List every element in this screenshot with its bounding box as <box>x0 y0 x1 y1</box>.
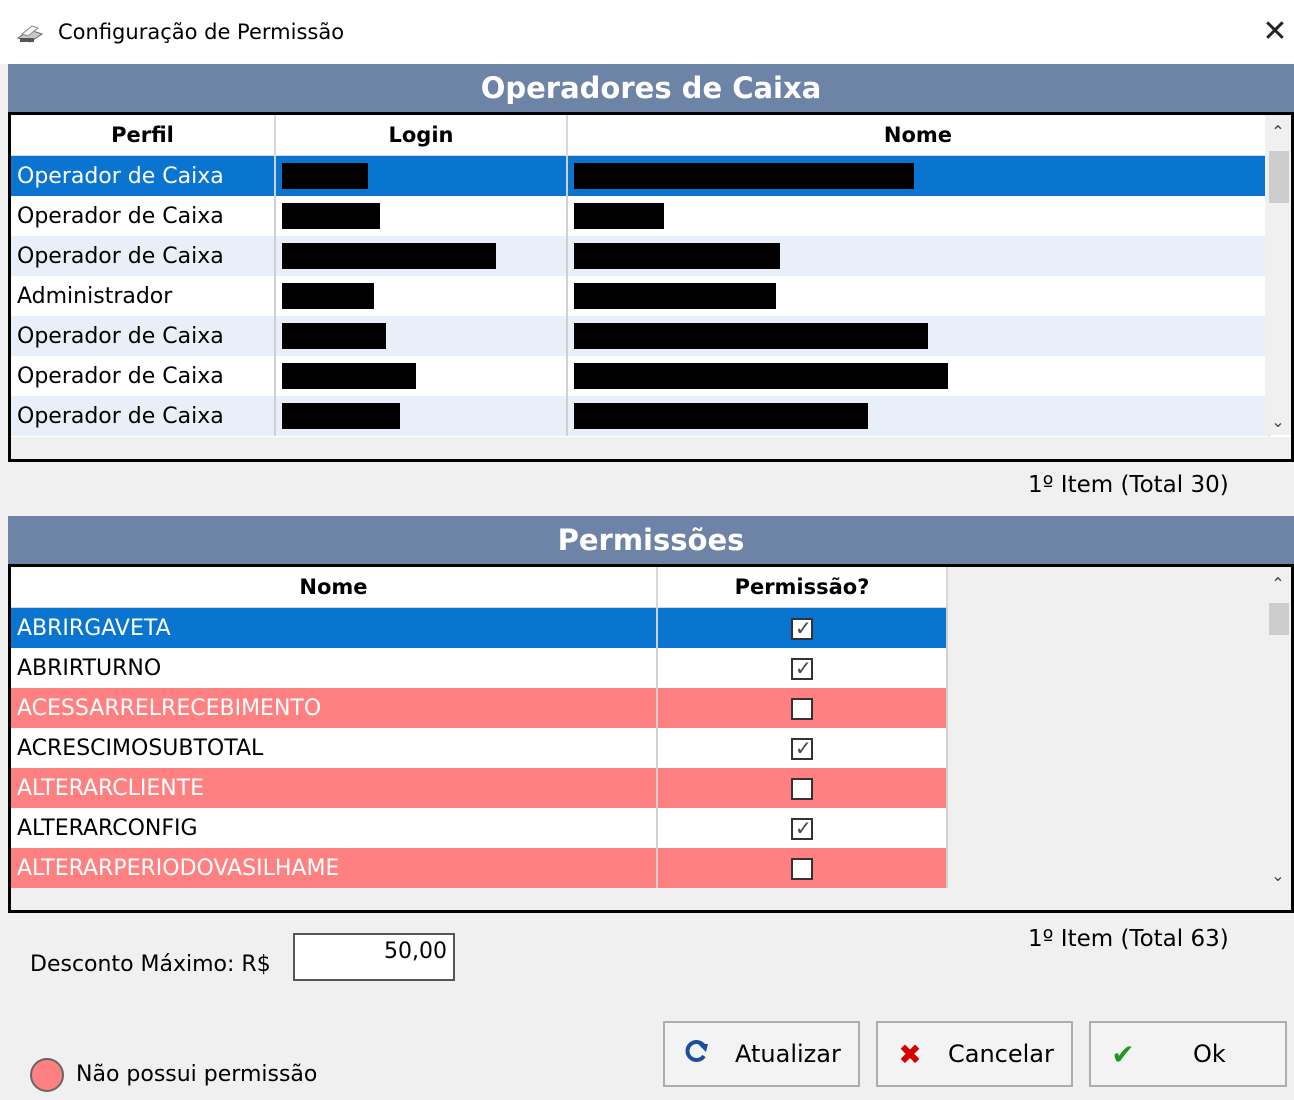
checkmark-icon: ✔ <box>1111 1037 1135 1071</box>
table-row[interactable]: Administrador <box>11 276 1270 316</box>
refresh-button[interactable]: Atualizar <box>663 1021 860 1087</box>
table-row[interactable]: ALTERARPERIODOVASILHAME <box>11 848 948 888</box>
login-cell-redacted <box>275 236 568 276</box>
operators-vertical-scrollbar[interactable]: ⌃ ⌄ <box>1265 115 1291 435</box>
scroll-thumb[interactable] <box>1269 151 1289 203</box>
permissions-table: Nome Permissão? ABRIRGAVETA ✓ ABRIRTURNO… <box>11 567 948 888</box>
cancel-button-label: Cancelar <box>948 1040 1054 1068</box>
nome-cell-redacted <box>567 236 1270 276</box>
table-row[interactable]: ABRIRTURNO ✓ <box>11 648 948 688</box>
scroll-down-icon[interactable]: ⌄ <box>1265 863 1291 889</box>
permissions-status-text: 1º Item (Total 63) <box>1028 926 1229 952</box>
permissions-vertical-scrollbar[interactable]: ⌃ ⌄ <box>1265 567 1291 889</box>
permissions-horizontal-scrollbar[interactable] <box>11 888 1291 910</box>
column-header-permissao[interactable]: Permissão? <box>657 567 948 608</box>
column-header-nome[interactable]: Nome <box>11 567 658 608</box>
login-cell-redacted <box>275 356 568 396</box>
operators-grid[interactable]: Perfil Login Nome Operador de Caixa Oper… <box>8 112 1294 462</box>
operators-status-text: 1º Item (Total 30) <box>1028 472 1229 498</box>
perfil-cell: Operador de Caixa <box>11 356 276 396</box>
legend-text: Não possui permissão <box>76 1062 318 1087</box>
nome-cell-redacted <box>567 196 1270 236</box>
nome-cell-redacted <box>567 276 1270 316</box>
title-bar: Configuração de Permissão ✕ <box>0 0 1294 64</box>
refresh-icon <box>677 1040 717 1068</box>
permission-name-cell: ABRIRGAVETA <box>11 607 658 648</box>
printer-icon <box>16 25 44 43</box>
scroll-down-icon[interactable]: ⌄ <box>1265 409 1291 435</box>
table-row[interactable]: Operador de Caixa <box>11 356 1270 396</box>
perfil-cell: Operador de Caixa <box>11 396 276 436</box>
close-icon[interactable]: ✕ <box>1258 14 1292 50</box>
table-row[interactable]: Operador de Caixa <box>11 196 1270 236</box>
permission-name-cell: ALTERARPERIODOVASILHAME <box>11 848 658 888</box>
login-cell-redacted <box>275 396 568 436</box>
perfil-cell: Operador de Caixa <box>11 236 276 276</box>
scroll-up-icon[interactable]: ⌃ <box>1265 119 1291 145</box>
nome-cell-redacted <box>567 396 1270 436</box>
table-row[interactable]: ALTERARCONFIG ✓ <box>11 808 948 848</box>
cancel-button[interactable]: ✖ Cancelar <box>876 1021 1073 1087</box>
permission-checkbox[interactable]: ✓ <box>791 655 813 680</box>
table-row[interactable]: Operador de Caixa <box>11 236 1270 276</box>
ok-button[interactable]: ✔ Ok <box>1089 1021 1287 1087</box>
table-row[interactable]: Operador de Caixa <box>11 396 1270 436</box>
window-title: Configuração de Permissão <box>58 20 345 44</box>
x-icon: ✖ <box>898 1037 922 1071</box>
login-cell-redacted <box>275 316 568 356</box>
legend-swatch <box>30 1058 64 1092</box>
permission-name-cell: ALTERARCLIENTE <box>11 768 658 808</box>
login-cell-redacted <box>275 155 568 196</box>
permission-checkbox[interactable]: ✓ <box>791 815 813 840</box>
discount-input[interactable]: 50,00 <box>293 933 455 981</box>
scroll-up-icon[interactable]: ⌃ <box>1265 571 1291 597</box>
checkmark-icon: ✓ <box>795 615 812 640</box>
refresh-button-label: Atualizar <box>735 1040 841 1068</box>
permission-checkbox[interactable] <box>791 697 813 720</box>
permission-name-cell: ACESSARRELRECEBIMENTO <box>11 688 658 728</box>
operators-section-header: Operadores de Caixa <box>8 64 1294 112</box>
permission-checkbox[interactable]: ✓ <box>791 735 813 760</box>
table-row[interactable]: ACESSARRELRECEBIMENTO <box>11 688 948 728</box>
scroll-thumb[interactable] <box>1269 603 1289 635</box>
column-header-login[interactable]: Login <box>275 115 568 156</box>
column-header-nome[interactable]: Nome <box>567 115 1270 156</box>
checkmark-icon: ✓ <box>795 655 812 680</box>
permission-name-cell: ALTERARCONFIG <box>11 808 658 848</box>
permission-checkbox[interactable] <box>791 777 813 800</box>
permission-name-cell: ACRESCIMOSUBTOTAL <box>11 728 658 768</box>
operators-horizontal-scrollbar[interactable] <box>11 437 1291 459</box>
perfil-cell: Administrador <box>11 276 276 316</box>
permission-checkbox[interactable]: ✓ <box>791 615 813 640</box>
table-row[interactable]: ABRIRGAVETA ✓ <box>11 607 948 648</box>
perfil-cell: Operador de Caixa <box>11 155 276 196</box>
column-header-perfil[interactable]: Perfil <box>11 115 276 156</box>
checkmark-icon: ✓ <box>795 815 812 840</box>
table-row[interactable]: ACRESCIMOSUBTOTAL ✓ <box>11 728 948 768</box>
operators-table: Perfil Login Nome Operador de Caixa Oper… <box>11 115 1270 436</box>
nome-cell-redacted <box>567 155 1270 196</box>
table-row[interactable]: Operador de Caixa <box>11 316 1270 356</box>
nome-cell-redacted <box>567 356 1270 396</box>
login-cell-redacted <box>275 196 568 236</box>
perfil-cell: Operador de Caixa <box>11 196 276 236</box>
table-row[interactable]: ALTERARCLIENTE <box>11 768 948 808</box>
permissions-section-header: Permissões <box>8 516 1294 564</box>
table-row[interactable]: Operador de Caixa <box>11 155 1270 196</box>
permission-checkbox[interactable] <box>791 857 813 880</box>
permissions-grid[interactable]: Nome Permissão? ABRIRGAVETA ✓ ABRIRTURNO… <box>8 564 1294 913</box>
discount-label: Desconto Máximo: R$ <box>30 952 271 977</box>
checkmark-icon: ✓ <box>795 735 812 760</box>
nome-cell-redacted <box>567 316 1270 356</box>
ok-button-label: Ok <box>1193 1040 1226 1068</box>
permission-name-cell: ABRIRTURNO <box>11 648 658 688</box>
perfil-cell: Operador de Caixa <box>11 316 276 356</box>
login-cell-redacted <box>275 276 568 316</box>
